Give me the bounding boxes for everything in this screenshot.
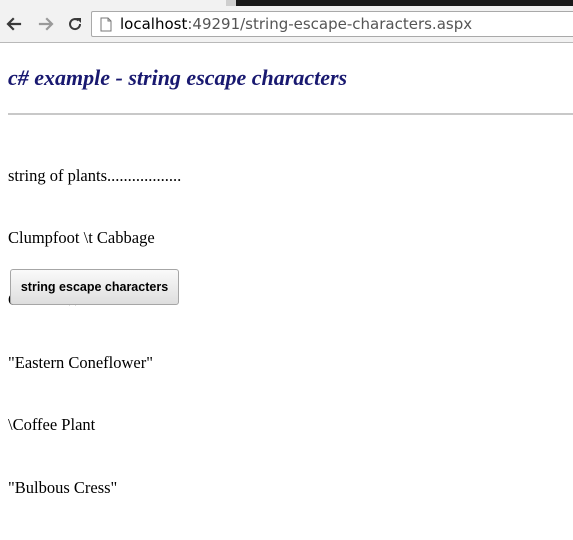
url-path: :49291/string-escape-characters.aspx — [187, 15, 473, 33]
output-line: \Coffee Plant — [8, 415, 96, 435]
page-content: c# example - string escape characters st… — [0, 43, 573, 497]
page-heading: c# example - string escape characters — [8, 65, 348, 90]
back-arrow-icon — [6, 17, 22, 31]
forward-button[interactable] — [35, 12, 57, 36]
horizontal-rule — [8, 113, 573, 115]
back-button[interactable] — [3, 12, 25, 36]
output-line: "Bulbous Cress" — [8, 477, 118, 497]
browser-toolbar: localhost:49291/string-escape-characters… — [0, 6, 573, 43]
url-text: localhost:49291/string-escape-characters… — [120, 15, 472, 33]
reload-button[interactable] — [64, 12, 86, 36]
page-icon — [100, 17, 112, 32]
forward-arrow-icon — [38, 17, 54, 31]
url-host: localhost — [120, 15, 188, 33]
output-line: string of plants.................. — [8, 165, 182, 185]
address-bar[interactable]: localhost:49291/string-escape-characters… — [91, 11, 573, 37]
reload-icon — [69, 18, 82, 31]
output-line: "Eastern Coneflower" — [8, 352, 153, 372]
output-label: string of plants.................. Clump… — [8, 124, 181, 540]
output-line: Clumpfoot \t Cabbage — [8, 227, 155, 247]
